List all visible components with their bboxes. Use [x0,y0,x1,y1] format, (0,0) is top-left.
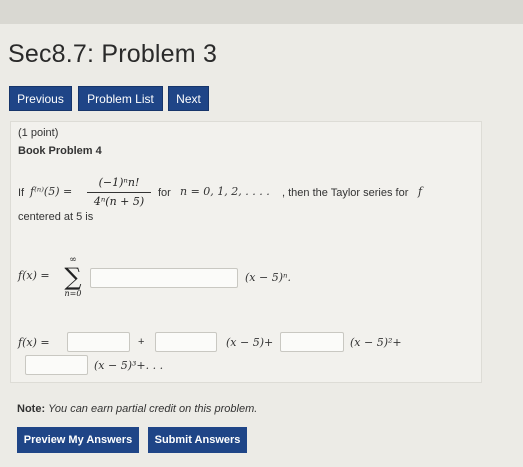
then-text: , then the Taylor series for [282,187,409,199]
term3-coefficient-input[interactable] [25,355,88,375]
fraction-denominator: 4ⁿ(n + 5) [93,195,145,208]
expansion-lhs: f(x) = [18,336,50,349]
centered-text: centered at 5 is [18,211,94,223]
plus-sign: + [138,336,145,348]
summation: ∞ ∑ n=0 [64,256,82,299]
fraction-numerator: (−1)ⁿn! [98,176,140,189]
fraction-bar [87,192,151,193]
for-text: for [158,187,171,199]
series-tail: (x − 5)ⁿ. [245,271,291,284]
sigma-lower-limit: n=0 [64,289,82,298]
problem-list-button[interactable]: Problem List [78,86,163,111]
submit-answers-button[interactable]: Submit Answers [148,427,247,453]
top-strip [0,0,523,24]
term3-factor: (x − 5)³+. . . [94,359,164,372]
sigma-icon: ∑ [64,263,82,291]
preview-answers-button[interactable]: Preview My Answers [17,427,139,453]
page-title: Sec8.7: Problem 3 [8,40,218,68]
derivative-expression: f⁽ⁿ⁾(5) = [30,185,73,198]
previous-button[interactable]: Previous [9,86,72,111]
next-button[interactable]: Next [168,86,209,111]
series-general-term-input[interactable] [90,268,238,288]
series-lhs: f(x) = [18,269,50,282]
f-symbol: f [418,185,423,198]
n-range: n = 0, 1, 2, . . . . [180,185,270,198]
term2-coefficient-input[interactable] [280,332,344,352]
term1-factor: (x − 5)+ [226,336,274,349]
problem-name: Book Problem 4 [18,145,102,157]
term1-coefficient-input[interactable] [155,332,217,352]
derivative-fraction: (−1)ⁿn! 4ⁿ(n + 5) [87,176,151,209]
term0-input[interactable] [67,332,130,352]
term2-factor: (x − 5)²+ [350,336,402,349]
note-label: Note: [17,403,46,415]
problem-points: (1 point) [18,127,59,139]
intro-if: If [18,187,25,199]
note: Note: You can earn partial credit on thi… [17,403,257,415]
note-text: You can earn partial credit on this prob… [48,403,258,415]
